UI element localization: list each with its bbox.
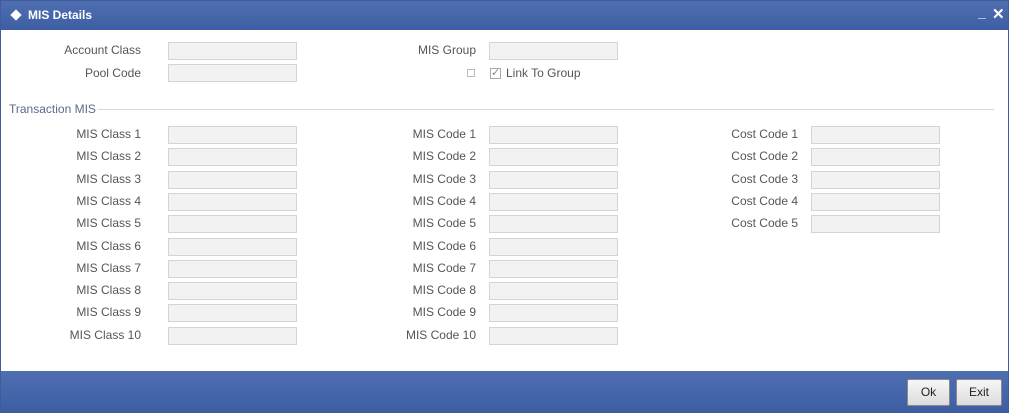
cost-code-label-1: Cost Code 1 bbox=[731, 127, 798, 141]
mis-class-label-2: MIS Class 2 bbox=[76, 149, 141, 163]
close-button[interactable]: ✕ bbox=[992, 5, 1005, 23]
mis-class-label-4: MIS Class 4 bbox=[76, 194, 141, 208]
mis-class-input-7[interactable] bbox=[168, 260, 297, 278]
cost-code-input-5[interactable] bbox=[811, 215, 940, 233]
mis-class-input-5[interactable] bbox=[168, 215, 297, 233]
mis-class-input-6[interactable] bbox=[168, 238, 297, 256]
mis-class-input-8[interactable] bbox=[168, 282, 297, 300]
mis-code-input-6[interactable] bbox=[489, 238, 618, 256]
mis-code-input-10[interactable] bbox=[489, 327, 618, 345]
cost-code-label-2: Cost Code 2 bbox=[731, 149, 798, 163]
mis-code-label-6: MIS Code 6 bbox=[412, 239, 476, 253]
window-title: MIS Details bbox=[28, 8, 93, 22]
account-class-input[interactable] bbox=[168, 42, 297, 60]
mis-code-input-7[interactable] bbox=[489, 260, 618, 278]
pool-code-label: Pool Code bbox=[84, 66, 141, 80]
mis-class-label-5: MIS Class 5 bbox=[76, 216, 141, 230]
footer-bar: Ok Exit bbox=[1, 371, 1008, 412]
mis-class-input-1[interactable] bbox=[168, 126, 297, 144]
mis-group-input[interactable] bbox=[489, 42, 618, 60]
pool-code-input[interactable] bbox=[168, 64, 297, 82]
mis-code-label-2: MIS Code 2 bbox=[412, 149, 476, 163]
mis-class-label-8: MIS Class 8 bbox=[76, 283, 141, 297]
mis-code-input-1[interactable] bbox=[489, 126, 618, 144]
mis-class-input-3[interactable] bbox=[168, 171, 297, 189]
account-class-label: Account Class bbox=[64, 43, 141, 57]
mis-class-label-7: MIS Class 7 bbox=[76, 261, 141, 275]
title-bar: MIS Details _ ✕ bbox=[1, 1, 1008, 30]
link-to-group-checkbox[interactable] bbox=[490, 66, 501, 79]
minimize-button[interactable]: _ bbox=[978, 4, 986, 20]
mis-class-label-3: MIS Class 3 bbox=[76, 172, 141, 186]
mis-class-input-4[interactable] bbox=[168, 193, 297, 211]
mis-code-label-5: MIS Code 5 bbox=[412, 216, 476, 230]
cost-code-label-4: Cost Code 4 bbox=[731, 194, 798, 208]
mis-class-input-10[interactable] bbox=[168, 327, 297, 345]
mis-class-input-9[interactable] bbox=[168, 304, 297, 322]
mis-group-label: MIS Group bbox=[417, 43, 476, 57]
mis-class-input-2[interactable] bbox=[168, 148, 297, 166]
mis-code-input-8[interactable] bbox=[489, 282, 618, 300]
mis-code-label-10: MIS Code 10 bbox=[405, 328, 476, 342]
mis-code-input-2[interactable] bbox=[489, 148, 618, 166]
mis-code-label-8: MIS Code 8 bbox=[412, 283, 476, 297]
mis-class-label-1: MIS Class 1 bbox=[76, 127, 141, 141]
cost-code-input-1[interactable] bbox=[811, 126, 940, 144]
mis-code-label-3: MIS Code 3 bbox=[412, 172, 476, 186]
diamond-icon bbox=[10, 9, 22, 21]
cost-code-input-3[interactable] bbox=[811, 171, 940, 189]
mis-code-input-3[interactable] bbox=[489, 171, 618, 189]
cost-code-input-4[interactable] bbox=[811, 193, 940, 211]
ok-button[interactable]: Ok bbox=[907, 379, 950, 406]
mis-code-label-1: MIS Code 1 bbox=[412, 127, 476, 141]
cost-code-label-5: Cost Code 5 bbox=[731, 216, 798, 230]
cost-code-label-3: Cost Code 3 bbox=[731, 172, 798, 186]
mis-class-label-6: MIS Class 6 bbox=[76, 239, 141, 253]
exit-button[interactable]: Exit bbox=[956, 379, 1002, 406]
link-to-group-label: Link To Group bbox=[506, 66, 581, 80]
mis-details-window: MIS Details _ ✕ Account Class Pool Code … bbox=[0, 0, 1009, 413]
mis-code-label-9: MIS Code 9 bbox=[412, 305, 476, 319]
mis-class-label-10: MIS Class 10 bbox=[69, 328, 141, 342]
mis-group-flag-checkbox[interactable] bbox=[467, 69, 475, 77]
mis-code-input-4[interactable] bbox=[489, 193, 618, 211]
mis-class-label-9: MIS Class 9 bbox=[76, 305, 141, 319]
mis-code-input-9[interactable] bbox=[489, 304, 618, 322]
mis-code-input-5[interactable] bbox=[489, 215, 618, 233]
cost-code-input-2[interactable] bbox=[811, 148, 940, 166]
section-divider bbox=[98, 109, 994, 110]
transaction-mis-section-title: Transaction MIS bbox=[9, 102, 96, 116]
mis-code-label-7: MIS Code 7 bbox=[412, 261, 476, 275]
mis-code-label-4: MIS Code 4 bbox=[412, 194, 476, 208]
